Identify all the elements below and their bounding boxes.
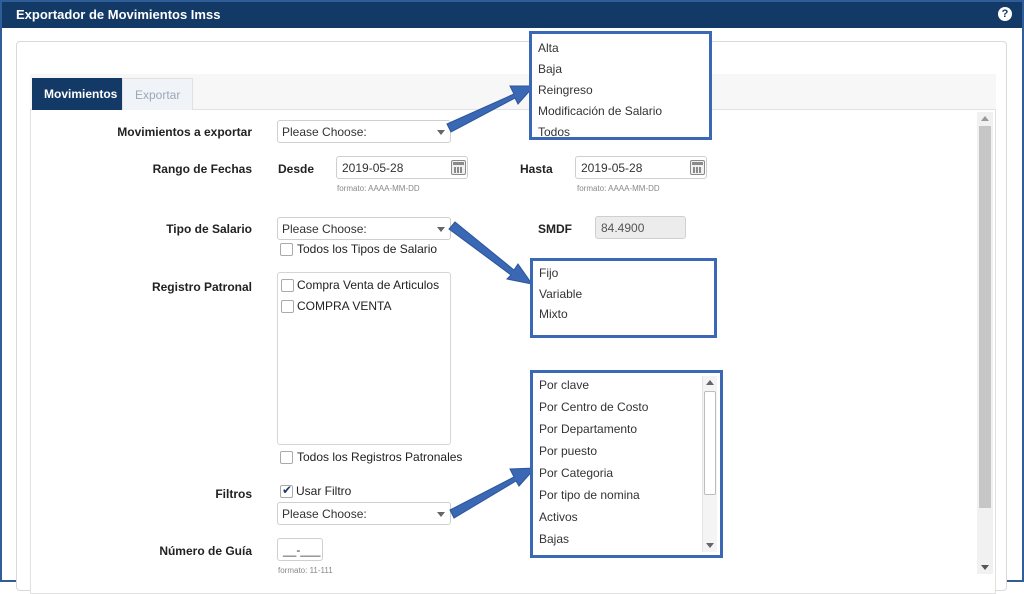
todos-tipos-salario-checkbox[interactable] (280, 243, 293, 256)
option-todos[interactable]: Todos (538, 125, 570, 139)
option-reingreso[interactable]: Reingreso (538, 83, 593, 97)
usar-filtro-label: Usar Filtro (296, 484, 352, 498)
option-por-centro-costo[interactable]: Por Centro de Costo (539, 400, 648, 414)
registro-item-label: Compra Venta de Articulos (297, 278, 440, 292)
salario-options-callout: Fijo Variable Mixto (530, 258, 717, 338)
help-icon[interactable]: ? (998, 7, 1012, 21)
tab-movimientos[interactable]: Movimientos (32, 78, 130, 110)
tab-strip: Movimientos Exportar (30, 74, 996, 110)
registro-patronal-list (277, 272, 451, 445)
movimientos-label: Movimientos a exportar (117, 125, 252, 139)
movimientos-select[interactable]: Please Choose: (277, 120, 451, 143)
option-bajas[interactable]: Bajas (539, 532, 569, 546)
option-alta[interactable]: Alta (538, 41, 559, 55)
hasta-label: Hasta (520, 162, 553, 176)
tipo-salario-label: Tipo de Salario (166, 222, 252, 236)
tipo-salario-select-value: Please Choose: (282, 222, 367, 236)
usar-filtro-checkbox[interactable] (280, 483, 293, 498)
numero-guia-format-hint: formato: 11-111 (278, 566, 333, 575)
chevron-down-icon (437, 227, 445, 232)
numero-guia-input[interactable]: __-___ (277, 538, 323, 561)
calendar-icon[interactable] (451, 160, 466, 175)
filtro-options-callout: Por clave Por Centro de Costo Por Depart… (530, 370, 723, 558)
chevron-down-icon (437, 512, 445, 517)
rango-fechas-label: Rango de Fechas (152, 162, 252, 176)
filtro-select-value: Please Choose: (282, 507, 367, 521)
scrollbar-thumb[interactable] (704, 391, 716, 495)
page-scrollbar[interactable] (977, 112, 993, 574)
todos-tipos-salario-label: Todos los Tipos de Salario (297, 242, 438, 256)
scroll-up-icon[interactable] (981, 116, 989, 121)
option-variable[interactable]: Variable (539, 287, 582, 301)
movimientos-select-value: Please Choose: (282, 125, 367, 139)
desde-format-hint: formato: AAAA-MM-DD (337, 184, 420, 193)
movimientos-options-callout: Alta Baja Reingreso Modificación de Sala… (529, 31, 712, 140)
option-modificacion-salario[interactable]: Modificación de Salario (538, 104, 662, 118)
numero-guia-label: Número de Guía (159, 544, 252, 558)
form-panel (30, 74, 996, 594)
hasta-date-input[interactable]: 2019-05-28 (575, 156, 707, 179)
scroll-down-icon[interactable] (706, 543, 714, 548)
desde-label: Desde (278, 162, 315, 176)
registro-item-checkbox[interactable] (281, 279, 294, 292)
window-title: Exportador de Movimientos Imss (16, 7, 221, 22)
scrollbar-thumb[interactable] (979, 126, 991, 508)
hasta-format-hint: formato: AAAA-MM-DD (577, 184, 660, 193)
registro-item-checkbox[interactable] (281, 300, 294, 313)
desde-date-input[interactable]: 2019-05-28 (336, 156, 468, 179)
calendar-icon[interactable] (690, 160, 705, 175)
scroll-down-icon[interactable] (981, 565, 989, 570)
scroll-up-icon[interactable] (706, 380, 714, 385)
option-por-clave[interactable]: Por clave (539, 378, 589, 392)
option-por-categoria[interactable]: Por Categoria (539, 466, 613, 480)
registro-item-label: COMPRA VENTA (297, 299, 392, 313)
option-baja[interactable]: Baja (538, 62, 562, 76)
window-titlebar: Exportador de Movimientos Imss ? (2, 2, 1022, 28)
smdf-label: SMDF (538, 222, 572, 236)
filtro-options-scrollbar[interactable] (702, 376, 717, 552)
option-por-tipo-nomina[interactable]: Por tipo de nomina (539, 488, 640, 502)
todos-registros-label: Todos los Registros Patronales (297, 450, 463, 464)
option-por-departamento[interactable]: Por Departamento (539, 422, 637, 436)
chevron-down-icon (437, 130, 445, 135)
tipo-salario-select[interactable]: Please Choose: (277, 217, 451, 240)
registro-patronal-label: Registro Patronal (151, 280, 252, 294)
option-por-puesto[interactable]: Por puesto (539, 444, 597, 458)
option-activos[interactable]: Activos (539, 510, 578, 524)
option-fijo[interactable]: Fijo (539, 266, 558, 280)
tab-exportar[interactable]: Exportar (122, 78, 194, 110)
filtros-label: Filtros (215, 487, 252, 501)
filtro-select[interactable]: Please Choose: (277, 502, 451, 525)
smdf-input: 84.4900 (595, 216, 686, 239)
option-mixto[interactable]: Mixto (539, 307, 568, 321)
todos-registros-checkbox[interactable] (280, 451, 293, 464)
